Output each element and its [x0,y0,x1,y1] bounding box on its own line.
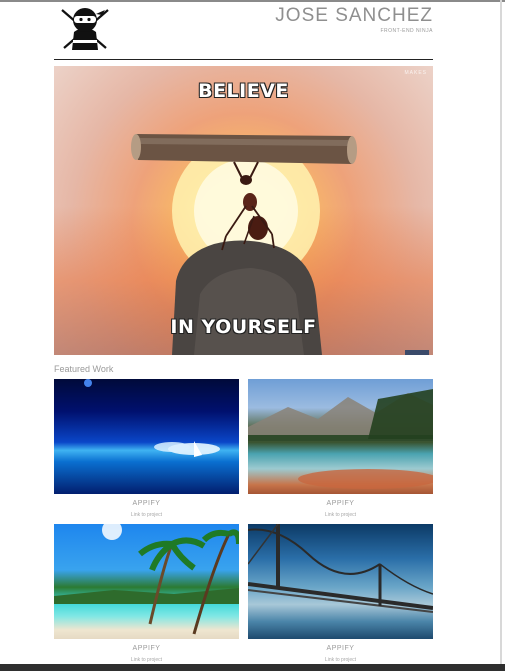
project-link-3[interactable]: Link to project [54,657,239,663]
bottom-bar [0,664,505,671]
hero-stamp [405,350,429,355]
hero-caption-top: BELIEVE [198,80,289,102]
project-thumbnail-2[interactable] [248,379,433,494]
project-link-2[interactable]: Link to project [248,512,433,518]
project-thumbnail-3[interactable] [54,524,239,639]
hero-watermark: MAKES [404,70,427,76]
featured-work-title: Featured Work [54,364,114,374]
project-link-1[interactable]: Link to project [54,512,239,518]
project-thumbnail-4[interactable] [248,524,433,639]
hero-caption-bottom: IN YOURSELF [170,316,317,338]
header-divider [54,59,433,60]
project-title-3: APPIFY [132,645,161,652]
site-tagline: FRONT-END NINJA [380,28,433,34]
project-title-1: APPIFY [132,500,161,507]
project-link-4[interactable]: Link to project [248,657,433,663]
top-border [0,0,505,2]
project-thumbnail-1[interactable] [54,379,239,494]
project-title-2: APPIFY [326,500,355,507]
site-name: JOSE SANCHEZ [275,5,433,26]
ninja-icon[interactable] [58,4,112,54]
scrollbar-track[interactable] [500,0,502,671]
hero-image: BELIEVE IN YOURSELF MAKES [54,66,433,355]
project-title-4: APPIFY [326,645,355,652]
